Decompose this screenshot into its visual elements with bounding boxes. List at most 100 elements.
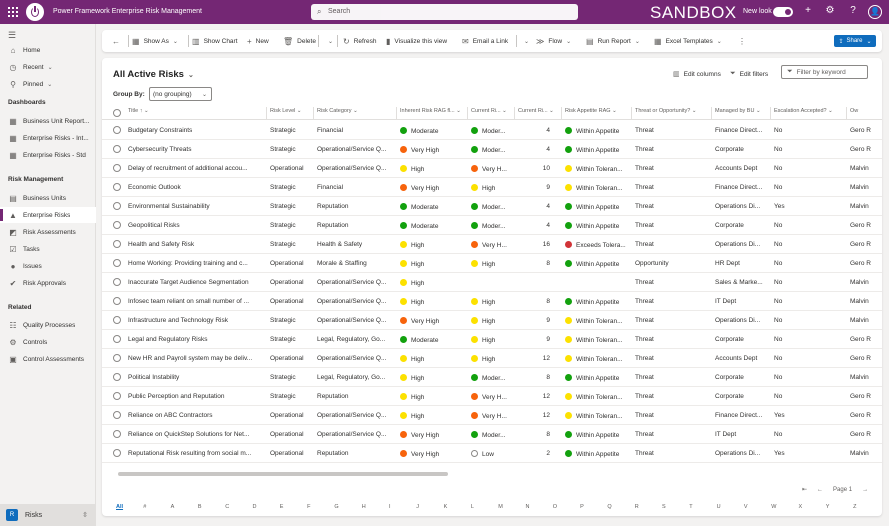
row-checkbox[interactable] [113, 240, 121, 248]
cell-title[interactable]: Inaccurate Target Audience Segmentation [128, 279, 259, 286]
column-divider[interactable] [631, 107, 632, 119]
back-button[interactable]: ← [112, 30, 124, 52]
share-button[interactable]: ⇪ Share ⌄ [834, 35, 876, 47]
alpha-filter-t[interactable]: T [689, 504, 692, 510]
cell-title[interactable]: Political Instability [128, 374, 259, 381]
cell-title[interactable]: Environmental Sustainability [128, 203, 259, 210]
alpha-filter-number[interactable]: # [143, 504, 146, 510]
table-row[interactable]: Inaccurate Target Audience Segmentation O… [102, 273, 882, 292]
row-checkbox[interactable] [113, 335, 121, 343]
alpha-filter-s[interactable]: S [662, 504, 666, 510]
hamburger-menu-icon[interactable]: ☰ [8, 30, 16, 41]
column-header[interactable]: Current Ri... ⌄ [471, 108, 516, 114]
table-row[interactable]: Legal and Regulatory Risks Strategic Legal… [102, 330, 882, 349]
row-checkbox[interactable] [113, 430, 121, 438]
row-checkbox[interactable] [113, 278, 121, 286]
table-row[interactable]: Cybersecurity Threats Strategic Operationa… [102, 140, 882, 159]
cell-title[interactable]: Infosec team reliant on small number of … [128, 298, 259, 305]
sidebar-item-quality-processes[interactable]: ☷ Quality Processes [0, 317, 96, 333]
alpha-filter-l[interactable]: L [471, 504, 474, 510]
alpha-filter-y[interactable]: Y [826, 504, 830, 510]
column-header[interactable]: Ow [850, 108, 880, 114]
visualize-button[interactable]: ▮ Visualize this view [386, 30, 447, 52]
alpha-filter-c[interactable]: C [225, 504, 229, 510]
column-header[interactable]: Inherent Risk RAG fl... ⌄ [400, 108, 468, 114]
row-checkbox[interactable] [113, 259, 121, 267]
alpha-filter-j[interactable]: J [416, 504, 419, 510]
email-link-button[interactable]: ✉ Email a Link [462, 30, 508, 52]
column-divider[interactable] [514, 107, 515, 119]
alpha-filter-v[interactable]: V [744, 504, 748, 510]
cell-title[interactable]: Home Working: Providing training and c..… [128, 260, 259, 267]
cell-title[interactable]: Economic Outlook [128, 184, 259, 191]
column-divider[interactable] [266, 107, 267, 119]
cell-title[interactable]: Delay of recruitment of additional accou… [128, 165, 259, 172]
alpha-filter-k[interactable]: K [444, 504, 448, 510]
cell-title[interactable]: Legal and Regulatory Risks [128, 336, 259, 343]
table-row[interactable]: New HR and Payroll system may be deliv..… [102, 349, 882, 368]
column-header[interactable]: Risk Level ⌄ [270, 108, 315, 114]
alpha-filter-x[interactable]: X [799, 504, 803, 510]
area-switcher[interactable]: R Risks ⇳ [0, 504, 96, 526]
alpha-filter-u[interactable]: U [717, 504, 721, 510]
row-checkbox[interactable] [113, 354, 121, 362]
app-title[interactable]: Power Framework Enterprise Risk Manageme… [53, 8, 202, 15]
column-header[interactable]: Current Ri... ⌄ [518, 108, 558, 114]
horizontal-scrollbar[interactable] [118, 472, 448, 476]
delete-button[interactable]: 🗑 Delete [283, 30, 316, 52]
table-row[interactable]: Economic Outlook Strategic Financial Very H… [102, 178, 882, 197]
alpha-filter-i[interactable]: I [389, 504, 391, 510]
row-checkbox[interactable] [113, 202, 121, 210]
edit-filters-button[interactable]: ⏷ Edit filters [730, 70, 768, 78]
alpha-filter-g[interactable]: G [334, 504, 338, 510]
table-row[interactable]: Geopolitical Risks Strategic Reputation Mod… [102, 216, 882, 235]
table-row[interactable]: Delay of recruitment of additional accou… [102, 159, 882, 178]
prev-page-icon[interactable]: ← [817, 487, 823, 493]
cell-title[interactable]: Reliance on QuickStep Solutions for Net.… [128, 431, 259, 438]
column-header[interactable]: Title ↑ ⌄ [128, 108, 263, 114]
row-checkbox[interactable] [113, 297, 121, 305]
column-divider[interactable] [313, 107, 314, 119]
row-checkbox[interactable] [113, 392, 121, 400]
flow-button[interactable]: ≫ Flow ⌄ [536, 30, 571, 52]
column-divider[interactable] [770, 107, 771, 119]
alpha-filter-w[interactable]: W [771, 504, 776, 510]
column-divider[interactable] [711, 107, 712, 119]
table-row[interactable]: Reliance on ABC Contractors Operational Op… [102, 406, 882, 425]
cell-title[interactable]: Geopolitical Risks [128, 222, 259, 229]
alpha-filter-q[interactable]: Q [607, 504, 611, 510]
alpha-filter-z[interactable]: Z [853, 504, 856, 510]
cell-title[interactable]: New HR and Payroll system may be deliv..… [128, 355, 259, 362]
sidebar-item-recent[interactable]: ◷ Recent ⌄ [0, 59, 96, 75]
row-checkbox[interactable] [113, 449, 121, 457]
column-header[interactable]: Risk Category ⌄ [317, 108, 397, 114]
alpha-filter-n[interactable]: N [526, 504, 530, 510]
help-icon[interactable]: ? [847, 5, 859, 16]
sidebar-item-controls[interactable]: ⚙ Controls [0, 334, 96, 350]
group-by-select[interactable]: (no grouping) ⌄ [149, 87, 212, 101]
table-row[interactable]: Infrastructure and Technology Risk Strate… [102, 311, 882, 330]
row-checkbox[interactable] [113, 164, 121, 172]
row-checkbox[interactable] [113, 373, 121, 381]
new-button[interactable]: + New [247, 30, 269, 52]
row-checkbox[interactable] [113, 183, 121, 191]
refresh-button[interactable]: ↻ Refresh [343, 30, 376, 52]
table-row[interactable]: Public Perception and Reputation Strategi… [102, 387, 882, 406]
app-launcher-icon[interactable] [8, 7, 18, 17]
select-all-checkbox[interactable] [113, 109, 121, 117]
cell-title[interactable]: Health and Safety Risk [128, 241, 259, 248]
plus-icon[interactable]: + [802, 5, 814, 16]
alpha-filter-p[interactable]: P [580, 504, 584, 510]
row-checkbox[interactable] [113, 126, 121, 134]
sidebar-item-risk-approvals[interactable]: ✔ Risk Approvals [0, 275, 96, 291]
row-checkbox[interactable] [113, 411, 121, 419]
sidebar-item-enterprise-risks[interactable]: ▲ Enterprise Risks [0, 207, 96, 223]
sidebar-item-dashboard[interactable]: ▦ Business Unit Report... [0, 113, 96, 129]
alpha-filter-r[interactable]: R [635, 504, 639, 510]
cell-title[interactable]: Reliance on ABC Contractors [128, 412, 259, 419]
gear-icon[interactable]: ⚙ [824, 5, 836, 16]
alpha-filter-e[interactable]: E [280, 504, 284, 510]
table-row[interactable]: Health and Safety Risk Strategic Health & … [102, 235, 882, 254]
cell-title[interactable]: Budgetary Constraints [128, 127, 259, 134]
table-row[interactable]: Home Working: Providing training and c..… [102, 254, 882, 273]
